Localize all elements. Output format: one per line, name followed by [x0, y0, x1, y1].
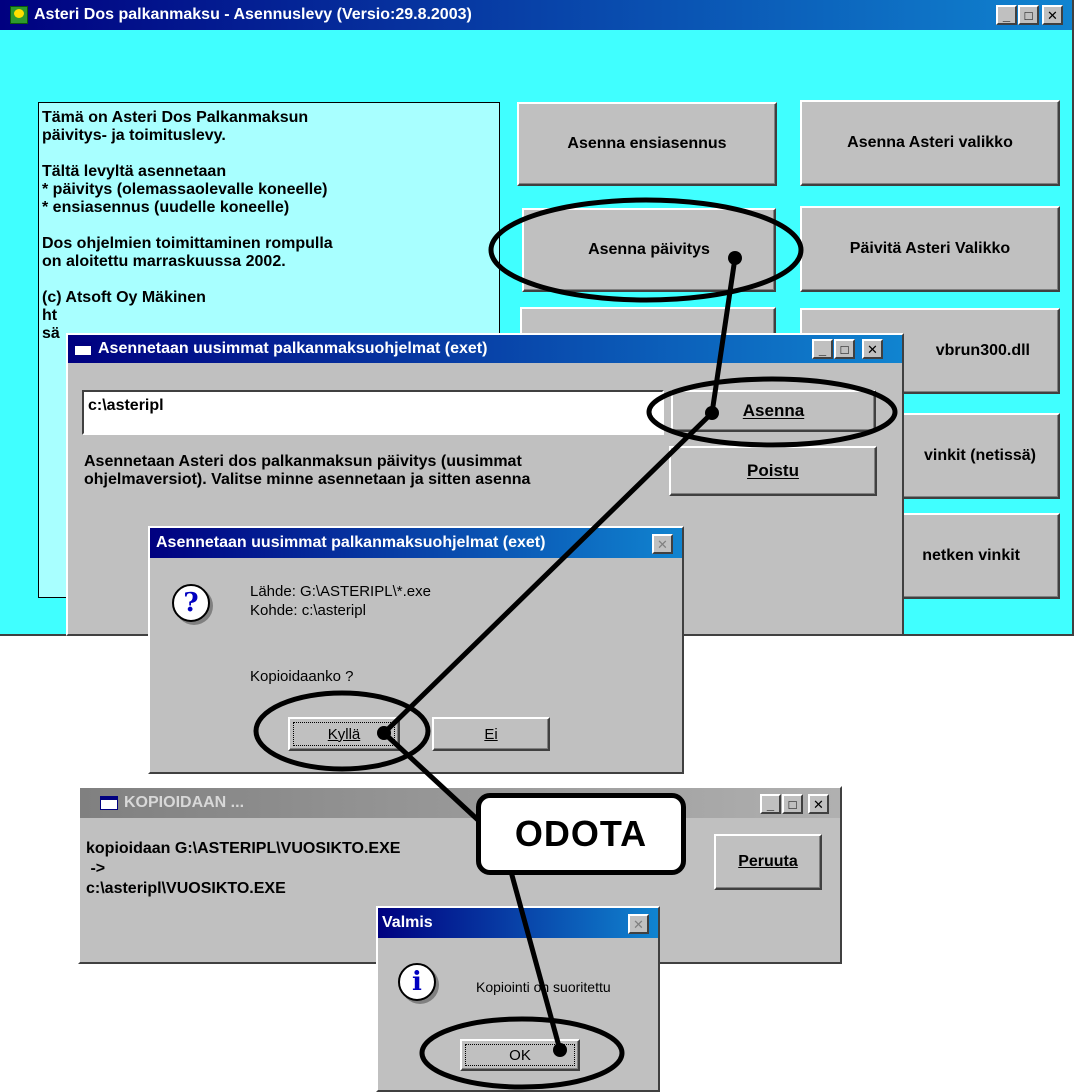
connector-dot — [553, 1043, 567, 1057]
connector-line-2 — [382, 411, 714, 735]
connector-line-4 — [507, 867, 563, 1051]
connector-line-1 — [709, 257, 738, 414]
connector-dot — [728, 251, 742, 265]
highlight-ellipse-ok — [419, 1016, 625, 1090]
wait-callout-label: ODOTA — [514, 813, 648, 854]
wait-callout: ODOTA — [476, 793, 686, 875]
annotation-overlay — [253, 197, 898, 1090]
connector-dot — [377, 726, 391, 740]
connector-line-3 — [382, 731, 480, 822]
highlight-ellipse-yes — [253, 690, 431, 772]
connector-dot — [705, 406, 719, 420]
highlight-ellipse-update — [488, 197, 804, 303]
